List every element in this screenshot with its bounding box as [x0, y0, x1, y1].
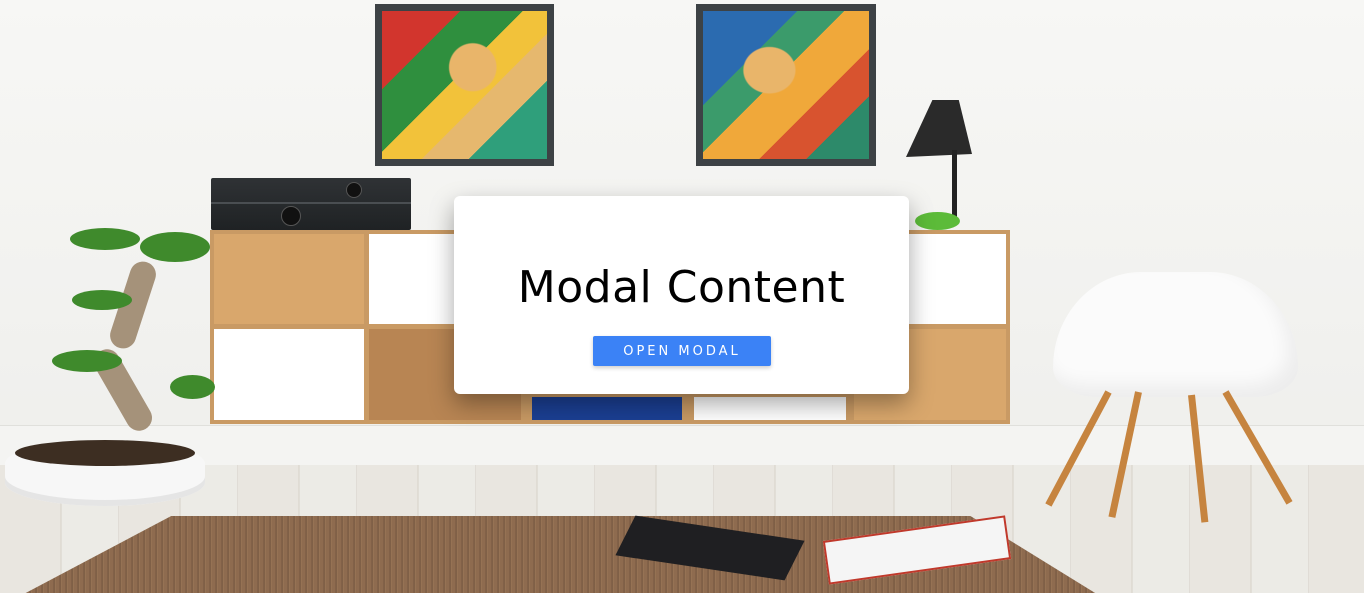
cabinet-door	[905, 230, 1010, 328]
painting-right	[696, 4, 876, 166]
bonsai-foliage	[52, 350, 122, 372]
stereo-knob	[346, 182, 362, 198]
cabinet-drawer-white	[690, 393, 850, 424]
modal-title: Modal Content	[517, 262, 846, 313]
desk-lamp-pole	[952, 150, 957, 220]
bonsai-foliage	[72, 290, 132, 310]
open-modal-button[interactable]: OPEN MODAL	[593, 336, 771, 366]
cabinet-door	[210, 325, 368, 424]
bonsai-foliage	[170, 375, 215, 399]
stereo-knob	[281, 206, 301, 226]
stereo-system	[211, 178, 411, 230]
cabinet-door	[210, 230, 368, 328]
plant-soil	[15, 440, 195, 466]
white-chair	[1053, 272, 1298, 397]
painting-right-art	[703, 11, 869, 159]
baseboard	[0, 425, 1364, 466]
cabinet-drawer-blue	[528, 393, 686, 424]
stereo-divider	[211, 202, 411, 204]
painting-left	[375, 4, 554, 166]
bonsai-foliage	[70, 228, 140, 250]
painting-left-art	[382, 11, 547, 159]
green-figurine	[915, 212, 960, 230]
bonsai-foliage	[140, 232, 210, 262]
modal-dialog: Modal Content OPEN MODAL	[454, 196, 909, 394]
